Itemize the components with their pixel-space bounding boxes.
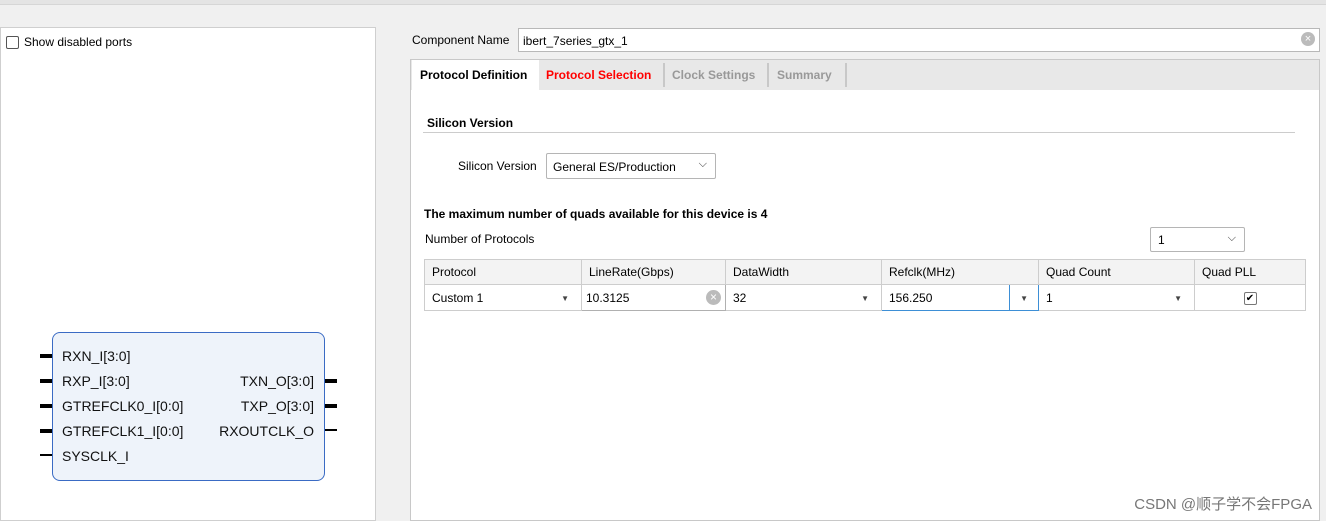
refclk-combo[interactable]: 156.250 ▼ <box>881 284 1039 311</box>
top-strip <box>0 0 1326 5</box>
component-name-input[interactable]: ibert_7series_gtx_1 × <box>518 28 1320 52</box>
quad-count-value: 1 <box>1046 290 1053 305</box>
pin-txp <box>325 404 337 408</box>
section-divider <box>423 132 1295 133</box>
port-label: RXOUTCLK_O <box>219 423 314 439</box>
port-label: TXN_O[3:0] <box>240 373 314 389</box>
tab-protocol-selection[interactable]: Protocol Selection <box>538 60 651 90</box>
quads-note: The maximum number of quads available fo… <box>424 207 768 221</box>
port-label: GTREFCLK0_I[0:0] <box>62 398 184 414</box>
pin-gtrefclk1 <box>40 429 52 433</box>
watermark: CSDN @顺子学不会FPGA <box>1134 496 1312 513</box>
tab-separator <box>845 63 847 87</box>
tab-protocol-definition[interactable]: Protocol Definition <box>412 60 539 91</box>
port-label: SYSCLK_I <box>62 448 129 464</box>
num-protocols-label: Number of Protocols <box>425 232 535 246</box>
component-name-label: Component Name <box>412 33 510 47</box>
silicon-section-title: Silicon Version <box>427 116 514 130</box>
clear-icon[interactable]: × <box>706 290 721 305</box>
header-protocol: Protocol <box>424 259 582 285</box>
quad-pll-checkbox[interactable]: ✔ <box>1243 292 1257 305</box>
tab-summary[interactable]: Summary <box>769 60 832 90</box>
port-label: TXP_O[3:0] <box>240 398 314 414</box>
quad-pll-cell: ✔ <box>1194 284 1306 311</box>
chevron-down-icon: ⌵ <box>698 158 707 170</box>
dropdown-arrow-icon: ▼ <box>561 294 569 303</box>
pin-rxp <box>40 379 52 383</box>
chevron-down-icon: ⌵ <box>1227 232 1236 244</box>
pin-rxoutclk <box>325 429 337 431</box>
clear-icon[interactable]: × <box>1301 32 1315 46</box>
header-datawidth: DataWidth <box>725 259 882 285</box>
port-label: RXP_I[3:0] <box>62 373 130 389</box>
datawidth-cell[interactable]: 32 ▼ <box>725 284 882 311</box>
dropdown-arrow-icon[interactable]: ▼ <box>1020 294 1028 303</box>
quad-count-cell[interactable]: 1 ▼ <box>1038 284 1195 311</box>
silicon-version-label: Silicon Version <box>458 159 537 173</box>
linerate-input[interactable]: 10.3125 × <box>581 284 726 311</box>
header-quad-count: Quad Count <box>1038 259 1195 285</box>
port-label: GTREFCLK1_I[0:0] <box>62 423 184 439</box>
pin-rxn <box>40 354 52 358</box>
port-label: RXN_I[3:0] <box>62 348 131 364</box>
combo-divider <box>1009 285 1010 310</box>
component-name-value: ibert_7series_gtx_1 <box>523 34 628 48</box>
show-disabled-ports-label: Show disabled ports <box>24 35 133 49</box>
tab-clock-settings[interactable]: Clock Settings <box>664 60 755 90</box>
show-disabled-ports-checkbox[interactable] <box>6 36 19 49</box>
header-linerate: LineRate(Gbps) <box>581 259 726 285</box>
linerate-value: 10.3125 <box>586 290 630 305</box>
datawidth-value: 32 <box>733 290 747 305</box>
tab-bar: Protocol Definition Protocol Selection C… <box>411 60 1319 91</box>
protocol-cell[interactable]: Custom 1 ▼ <box>424 284 582 311</box>
protocol-value: Custom 1 <box>432 290 484 305</box>
dropdown-arrow-icon: ▼ <box>1174 294 1182 303</box>
num-protocols-value: 1 <box>1158 233 1165 247</box>
header-quad-pll: Quad PLL <box>1194 259 1306 285</box>
pin-sysclk <box>40 454 52 456</box>
silicon-version-value: General ES/Production <box>553 160 676 174</box>
pin-txn <box>325 379 337 383</box>
table-row: Custom 1 ▼ 10.3125 × 32 ▼ 156.250 ▼ 1 ▼ ✔ <box>424 284 1306 311</box>
dropdown-arrow-icon: ▼ <box>861 294 869 303</box>
table-header-row: Protocol LineRate(Gbps) DataWidth Refclk… <box>424 259 1306 285</box>
pin-gtrefclk0 <box>40 404 52 408</box>
refclk-value: 156.250 <box>889 290 933 305</box>
num-protocols-select[interactable]: 1 ⌵ <box>1150 227 1245 252</box>
silicon-version-select[interactable]: General ES/Production ⌵ <box>546 153 716 179</box>
protocol-table: Protocol LineRate(Gbps) DataWidth Refclk… <box>424 259 1306 311</box>
header-refclk: Refclk(MHz) <box>881 259 1039 285</box>
